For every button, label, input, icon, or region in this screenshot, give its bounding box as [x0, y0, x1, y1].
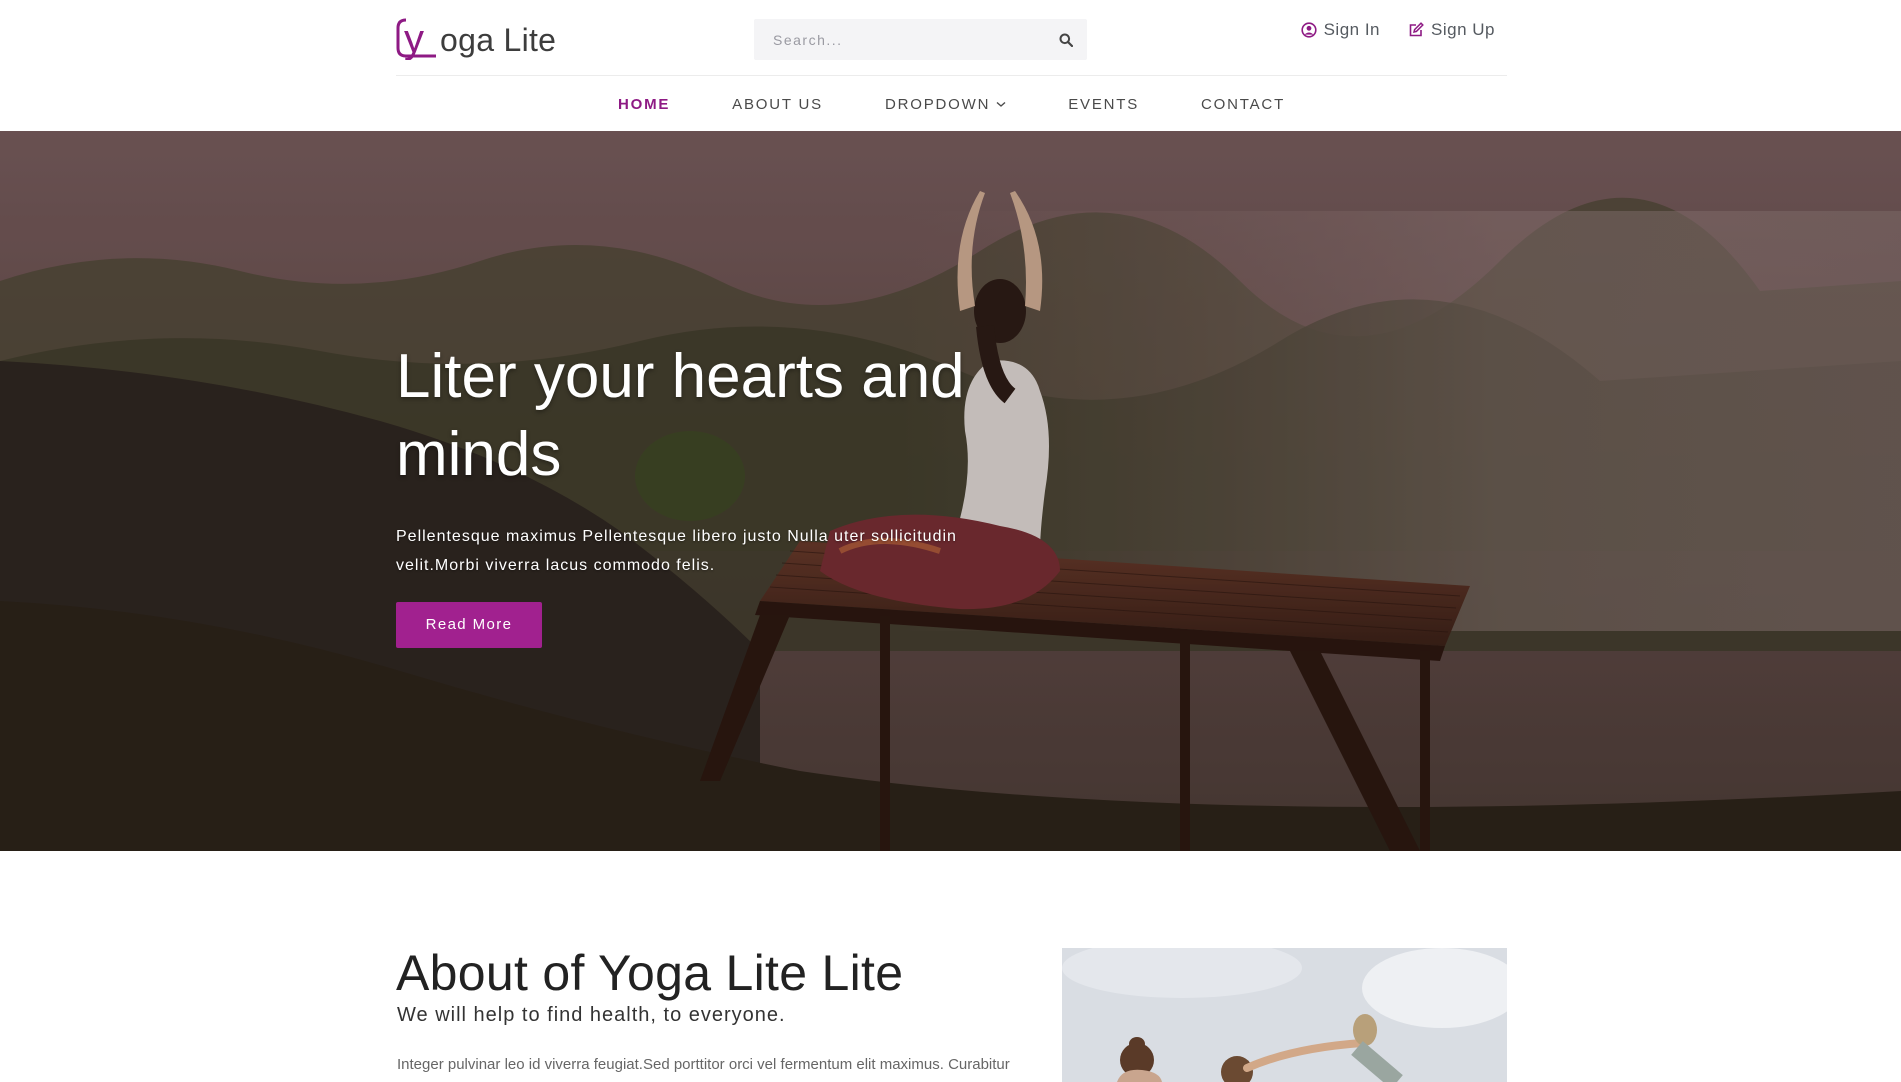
nav-item-label: EVENTS [1068, 95, 1140, 113]
nav-item-contact[interactable]: CONTACT [1201, 96, 1285, 113]
svg-text:y: y [404, 17, 424, 60]
edit-icon [1409, 22, 1424, 37]
search-button[interactable] [1044, 19, 1087, 60]
hero-section: Liter your hearts and minds Pellentesque… [0, 131, 1901, 851]
hero-text: Pellentesque maximus Pellentesque libero… [396, 528, 957, 574]
nav-item-events[interactable]: EVENTS [1068, 96, 1139, 113]
site-header: y oga Lite Sign In [0, 0, 1901, 131]
sign-up-label: Sign Up [1431, 20, 1495, 39]
site-logo[interactable]: y oga Lite [396, 12, 557, 61]
chevron-down-icon [996, 101, 1006, 107]
sign-in-label: Sign In [1323, 20, 1381, 39]
user-circle-icon [1300, 22, 1317, 38]
logo-mark-icon: y [396, 14, 438, 61]
sign-in-link[interactable]: Sign In [1300, 20, 1381, 40]
nav-item-home[interactable]: HOME [618, 96, 670, 113]
about-subtitle: We will help to find health, to everyone… [397, 1004, 786, 1026]
sign-up-link[interactable]: Sign Up [1408, 20, 1495, 40]
nav-item-dropdown[interactable]: DROPDOWN [885, 96, 1006, 113]
auth-links: Sign In Sign Up [1300, 20, 1495, 40]
about-image [1062, 948, 1507, 1082]
main-nav: HOME ABOUT US DROPDOWN EVENTS CONTACT [396, 77, 1507, 131]
about-text: Integer pulvinar leo id viverra feugiat.… [397, 1056, 1010, 1073]
logo-text: oga Lite [440, 22, 557, 58]
read-more-button[interactable]: Read More [396, 602, 542, 648]
search-input[interactable] [754, 19, 1044, 60]
nav-item-label: DROPDOWN [884, 95, 991, 113]
nav-item-label: HOME [617, 95, 671, 113]
nav-item-label: CONTACT [1201, 95, 1286, 113]
hero-content: Liter your hearts and minds Pellentesque… [396, 338, 1036, 648]
search-box [754, 19, 1087, 60]
header-top-row: y oga Lite Sign In [396, 0, 1507, 76]
hero-title: Liter your hearts and minds [396, 342, 965, 489]
nav-item-label: ABOUT US [732, 95, 823, 113]
search-icon [1059, 33, 1073, 47]
about-title: About of Yoga Lite Lite [396, 945, 904, 1001]
nav-item-about-us[interactable]: ABOUT US [732, 96, 823, 113]
